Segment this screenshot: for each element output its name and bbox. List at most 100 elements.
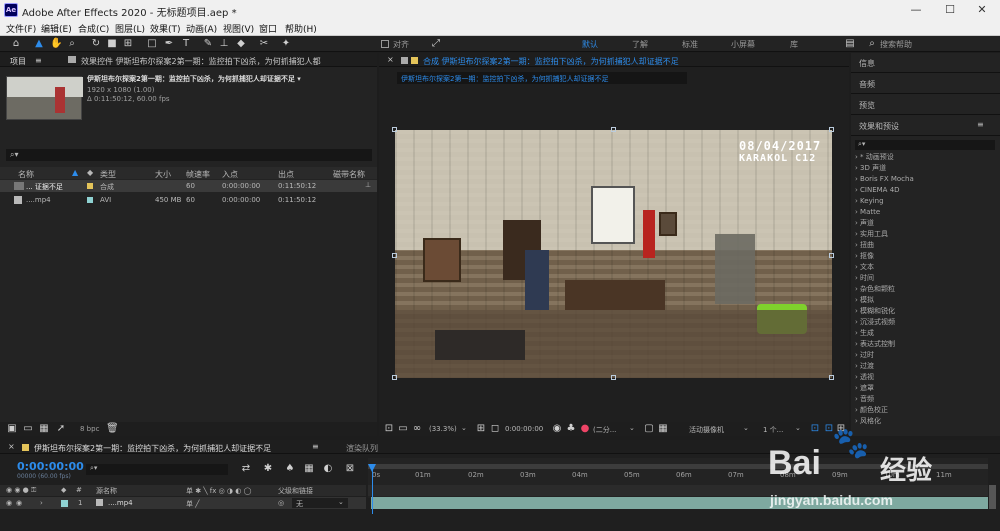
new-folder-icon[interactable]: ▭ [22,423,34,435]
layer-bar[interactable] [371,497,988,509]
workspace-library[interactable]: 库 [790,39,798,50]
col-type[interactable]: 类型 [100,169,116,180]
project-search-input[interactable]: ⌕▾ [6,149,372,161]
rotate-tool-icon[interactable]: ↻ [90,38,102,50]
col-source-name[interactable]: 源名称 [96,486,117,496]
motion-blur-icon[interactable]: ◐ [322,463,334,475]
graph-editor-icon[interactable]: ⊠ [344,463,356,475]
work-area-bar[interactable] [368,464,988,469]
tab-timeline[interactable]: 伊斯坦布尔探案2第一期：监控拍下凶杀，为何抓捕犯人却证据不足 [34,443,271,454]
preview-panel[interactable]: 预览 [851,95,1000,115]
help-search-input[interactable]: 搜索帮助 [880,39,912,50]
timeline-scrollbar[interactable] [989,485,996,509]
workspace-small-screen[interactable]: 小屏幕 [731,39,755,50]
list-item[interactable]: › 声道 [855,218,995,229]
show-snapshot-icon[interactable]: ♣ [565,423,577,435]
home-icon[interactable]: ⌂ [10,38,22,50]
minimize-button[interactable]: — [900,0,932,20]
table-row[interactable]: ....mp4 AVI 450 MB 60 0:00:00:00 0:11:50… [0,194,377,206]
list-item[interactable]: › 表达式控制 [855,339,995,350]
brush-tool-icon[interactable]: ✎ [202,38,214,50]
snap-icon[interactable]: ⤢ [430,38,442,50]
sort-up-icon[interactable]: ▲ [72,168,78,177]
list-item[interactable]: › 遮罩 [855,383,995,394]
list-item[interactable]: › 时间 [855,273,995,284]
list-item[interactable]: › 过渡 [855,361,995,372]
chevron-down-icon[interactable]: ⌄ [461,424,467,432]
effects-presets-header[interactable]: 效果和预设 ≡ [851,116,1000,136]
list-item[interactable]: › 生成 [855,328,995,339]
list-item[interactable]: › 实用工具 [855,229,995,240]
flowchart-icon[interactable]: ⊥ [365,181,371,189]
effects-search-input[interactable]: ⌕▾ [855,140,995,150]
close-button[interactable]: ✕ [966,0,998,20]
list-item[interactable]: › 透视 [855,372,995,383]
transform-handle[interactable] [392,253,397,258]
list-item[interactable]: › CINEMA 4D [855,185,995,196]
menu-effect[interactable]: 效果(T) [150,22,181,35]
list-item[interactable]: › 抠像 [855,251,995,262]
workspace-learn[interactable]: 了解 [632,39,648,50]
safe-zones-icon[interactable]: ⊞ [475,423,487,435]
tab-project[interactable]: 项目 [10,56,26,67]
chevron-down-icon[interactable]: ⌄ [795,424,801,432]
list-item[interactable]: › 过时 [855,350,995,361]
stamp-tool-icon[interactable]: ⊥ [218,38,230,50]
trash-icon[interactable]: 🗑 [106,423,119,435]
col-out[interactable]: 出点 [278,169,294,180]
tab-composition[interactable]: 合成 伊斯坦布尔探案2第一期：监控拍下凶杀，为何抓捕犯人却证据不足 [423,56,679,67]
vr-icon[interactable]: ∞ [411,423,423,435]
transform-handle[interactable] [829,127,834,132]
list-item[interactable]: › 音频 [855,394,995,405]
close-tab-icon[interactable]: × [387,55,394,64]
workspace-menu-icon[interactable]: ▤ [844,38,856,50]
panel-menu-icon[interactable]: ≡ [977,120,984,129]
col-size[interactable]: 大小 [155,169,171,180]
channel-icon[interactable]: ● [579,423,591,435]
rectangle-tool-icon[interactable]: □ [146,38,158,50]
layer-label-swatch[interactable] [61,500,68,507]
list-item[interactable]: › 扭曲 [855,240,995,251]
mask-icon[interactable]: ◻ [489,423,501,435]
lock-icon[interactable] [401,57,408,64]
current-time[interactable]: 0:00:00:00 [17,460,84,473]
region-interest-icon[interactable]: ▢ [643,423,655,435]
pen-tool-icon[interactable]: ✒ [163,38,175,50]
table-row[interactable]: ... 证据不足 合成 60 0:00:00:00 0:11:50:12 ⊥ [0,180,377,192]
audio-icon[interactable]: ◉ [16,499,22,507]
info-panel[interactable]: 信息 [851,53,1000,73]
eraser-tool-icon[interactable]: ◆ [235,38,247,50]
resolution-select[interactable]: (二分... [593,425,616,435]
transform-handle[interactable] [611,375,616,380]
align-checkbox[interactable] [381,40,389,48]
pickwhip-icon[interactable]: ◎ [278,499,284,507]
timeline-icon[interactable]: ⊡ [823,423,835,435]
flowchart-icon[interactable]: ⊞ [835,423,847,435]
always-preview-icon[interactable]: ⊡ [383,423,395,435]
layer-switches[interactable]: 单 ╱ [186,499,199,509]
text-tool-icon[interactable]: T [180,38,192,50]
timeline-search-input[interactable]: ⌕▾ [86,464,228,475]
panel-menu-icon[interactable]: ≡ [35,56,42,65]
composition-mini-flowchart-icon[interactable]: ⇄ [240,463,252,475]
workspace-default[interactable]: 默认 [582,39,598,50]
views-select[interactable]: 1 个... [763,425,783,435]
transparency-grid-icon[interactable]: ▦ [657,423,669,435]
close-tab-icon[interactable]: × [8,442,15,451]
panel-menu-icon[interactable]: ≡ [312,442,319,451]
col-name[interactable]: 名称 [18,169,34,180]
transform-handle[interactable] [392,375,397,380]
chevron-down-icon[interactable]: ⌄ [629,424,635,432]
menu-layer[interactable]: 图层(L) [115,22,145,35]
list-item[interactable]: › * 动画预设 [855,152,995,163]
list-item[interactable]: › Matte [855,207,995,218]
draft-3d-icon[interactable]: ✱ [262,463,274,475]
tab-effects-controls[interactable]: 效果控件 伊斯坦布尔探案2第一期：监控拍下凶杀，为何抓捕犯人都 [81,56,375,67]
bpc-indicator[interactable]: 8 bpc [80,425,99,433]
selection-tool-icon[interactable]: ▲ [33,38,45,50]
puppet-tool-icon[interactable]: ✦ [280,38,292,50]
list-item[interactable]: › 颜色校正 [855,405,995,416]
menu-window[interactable]: 窗口 [259,22,277,35]
snapshot-icon[interactable]: ◉ [551,423,563,435]
transform-handle[interactable] [611,127,616,132]
